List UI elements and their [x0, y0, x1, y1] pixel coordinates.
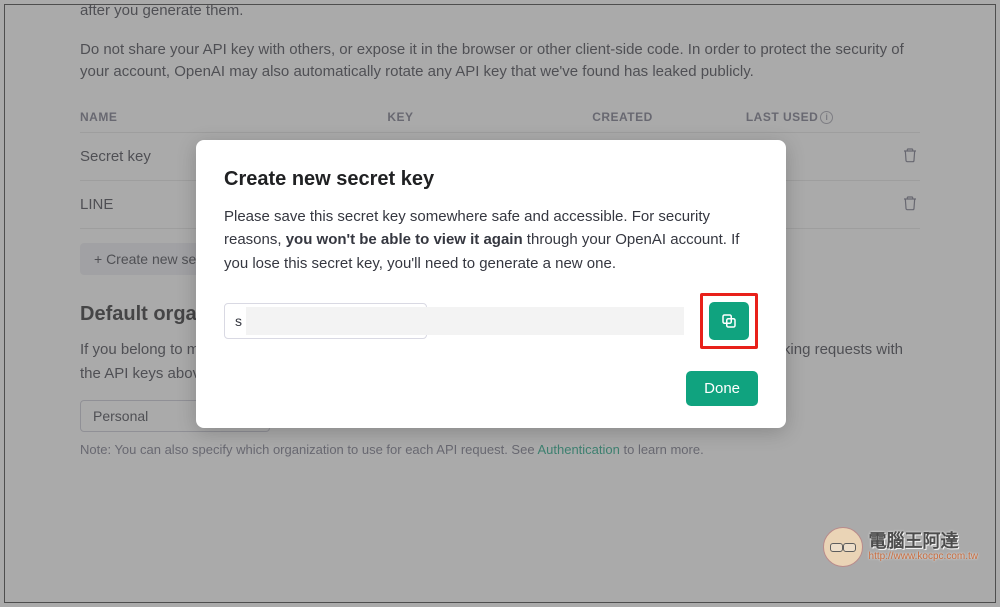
secret-key-field[interactable]	[224, 303, 427, 339]
watermark: 電腦王阿達 http://www.kocpc.com.tw	[823, 527, 978, 567]
watermark-url: http://www.kocpc.com.tw	[869, 551, 978, 562]
done-button[interactable]: Done	[686, 371, 758, 406]
modal-body: Please save this secret key somewhere sa…	[224, 205, 758, 275]
highlight-box	[700, 293, 758, 349]
copy-icon	[720, 312, 738, 330]
copy-key-button[interactable]	[709, 302, 749, 340]
watermark-title: 電腦王阿達	[869, 532, 978, 552]
create-key-modal: Create new secret key Please save this s…	[196, 140, 786, 428]
modal-title: Create new secret key	[224, 168, 758, 191]
watermark-avatar	[823, 527, 863, 567]
